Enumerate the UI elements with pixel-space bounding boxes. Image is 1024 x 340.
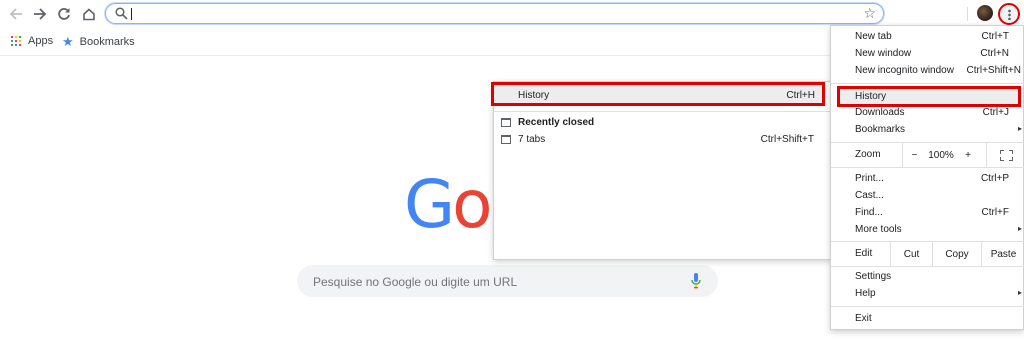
menu-divider	[831, 167, 1024, 168]
chrome-menu-button[interactable]	[998, 3, 1020, 25]
apps-grid-icon	[11, 36, 21, 46]
address-bar[interactable]: ☆	[105, 3, 884, 24]
menu-item-label: Exit	[855, 313, 872, 324]
reload-button[interactable]	[54, 4, 74, 24]
toolbar-divider	[967, 7, 968, 21]
submenu-history-label: History	[518, 90, 550, 101]
logo-letter-g: G	[404, 166, 455, 243]
ntp-search-box[interactable]: Pesquise no Google ou digite um URL	[297, 265, 718, 297]
menu-item-history[interactable]: History	[837, 86, 1021, 107]
star-icon: ★	[62, 34, 74, 49]
history-submenu: History Ctrl+H Recently closed 7 tabs Ct…	[491, 81, 831, 260]
arrow-right-icon	[34, 8, 47, 20]
recently-closed-label: Recently closed	[518, 117, 595, 128]
edit-row: Edit Cut Copy Paste	[831, 242, 1024, 266]
menu-item-more-tools[interactable]: More tools ▸	[831, 222, 1024, 239]
submenu-arrow-icon: ▸	[1017, 124, 1022, 133]
menu-item-label: Help	[855, 288, 876, 299]
search-placeholder: Pesquise no Google ou digite um URL	[313, 275, 518, 289]
apps-label: Apps	[28, 35, 54, 47]
menu-item-label: Downloads	[855, 107, 905, 118]
submenu-arrow-icon: ▸	[1017, 224, 1022, 233]
fullscreen-button[interactable]	[986, 143, 1024, 167]
menu-item-shortcut: Ctrl+F	[981, 207, 1010, 218]
back-button[interactable]	[6, 4, 26, 24]
chrome-main-menu: New tab Ctrl+T New window Ctrl+N New inc…	[830, 25, 1024, 330]
bookmarks-shortcut[interactable]: ★ Bookmarks	[62, 35, 135, 48]
tabs-item-label: 7 tabs	[518, 134, 546, 145]
zoom-level: 100%	[928, 149, 954, 161]
zoom-out-button[interactable]: −	[902, 143, 926, 167]
menu-item-label: New tab	[855, 31, 892, 42]
microphone-icon[interactable]	[691, 273, 701, 289]
text-cursor	[131, 8, 132, 20]
menu-item-print[interactable]: Print... Ctrl+P	[831, 171, 1024, 188]
google-logo: Go	[404, 172, 493, 238]
submenu-divider	[494, 111, 830, 112]
browser-toolbar: ☆	[0, 0, 1024, 28]
menu-item-label: New window	[855, 48, 912, 59]
menu-item-label: History	[855, 91, 887, 102]
menu-item-label: Settings	[855, 271, 892, 282]
recently-closed-tabs-item[interactable]: 7 tabs Ctrl+Shift+T	[494, 131, 830, 149]
menu-item-downloads[interactable]: Downloads Ctrl+J	[831, 105, 1024, 122]
three-dots-vertical-icon	[1007, 8, 1011, 20]
menu-item-find[interactable]: Find... Ctrl+F	[831, 205, 1024, 222]
menu-item-exit[interactable]: Exit	[831, 311, 1024, 328]
menu-item-label: More tools	[855, 224, 902, 235]
edit-label: Edit	[855, 248, 873, 259]
search-icon	[115, 7, 128, 20]
zoom-row: Zoom − 100% +	[831, 143, 1024, 167]
menu-item-label: New incognito window	[855, 65, 954, 76]
menu-item-label: Find...	[855, 207, 883, 218]
home-icon	[83, 8, 95, 21]
menu-item-shortcut: Ctrl+J	[982, 107, 1009, 118]
menu-item-cast[interactable]: Cast...	[831, 188, 1024, 205]
arrow-left-icon	[9, 8, 22, 20]
tab-window-icon	[501, 135, 511, 144]
menu-item-shortcut: Ctrl+P	[980, 173, 1009, 184]
logo-letter-o: o	[452, 166, 492, 243]
zoom-in-button[interactable]: +	[956, 143, 980, 167]
tabs-item-shortcut: Ctrl+Shift+T	[760, 134, 814, 145]
apps-shortcut[interactable]: Apps	[11, 35, 53, 47]
menu-divider	[831, 83, 1024, 84]
cut-button[interactable]: Cut	[890, 242, 932, 266]
menu-item-new-incognito[interactable]: New incognito window Ctrl+Shift+N	[831, 63, 1024, 80]
menu-divider	[831, 266, 1024, 267]
submenu-arrow-icon: ▸	[1017, 288, 1022, 297]
menu-divider	[831, 306, 1024, 307]
profile-avatar[interactable]	[977, 5, 993, 21]
menu-item-help[interactable]: Help ▸	[831, 286, 1024, 303]
submenu-history-item[interactable]: History Ctrl+H	[491, 82, 825, 106]
menu-item-label: Cast...	[855, 190, 884, 201]
home-button[interactable]	[79, 4, 99, 24]
recently-closed-header: Recently closed	[494, 114, 830, 132]
tab-window-icon	[501, 118, 511, 127]
menu-item-shortcut: Ctrl+T	[981, 31, 1010, 42]
submenu-history-shortcut: Ctrl+H	[786, 90, 815, 101]
forward-button[interactable]	[30, 4, 50, 24]
menu-item-new-tab[interactable]: New tab Ctrl+T	[831, 29, 1024, 46]
menu-item-settings[interactable]: Settings	[831, 269, 1024, 286]
zoom-label: Zoom	[855, 149, 881, 160]
fullscreen-icon	[999, 149, 1013, 161]
menu-item-label: Bookmarks	[855, 124, 906, 135]
star-outline-icon[interactable]: ☆	[863, 5, 876, 22]
menu-item-shortcut: Ctrl+N	[980, 48, 1009, 59]
bookmarks-label: Bookmarks	[79, 35, 135, 48]
paste-button[interactable]: Paste	[981, 242, 1024, 266]
copy-button[interactable]: Copy	[932, 242, 981, 266]
menu-item-new-window[interactable]: New window Ctrl+N	[831, 46, 1024, 63]
menu-item-bookmarks[interactable]: Bookmarks ▸	[831, 122, 1024, 139]
menu-item-label: Print...	[855, 173, 884, 184]
reload-icon	[58, 8, 70, 20]
menu-item-shortcut: Ctrl+Shift+N	[966, 65, 1021, 76]
